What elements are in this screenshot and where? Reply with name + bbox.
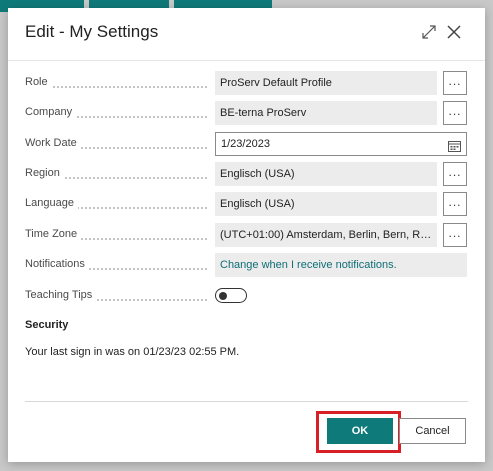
notifications-link[interactable]: Change when I receive notifications.	[215, 253, 467, 277]
time-zone-lookup-button[interactable]: ...	[443, 223, 467, 247]
calendar-icon[interactable]	[448, 138, 461, 155]
cancel-button[interactable]: Cancel	[399, 418, 466, 444]
settings-dialog: Edit - My Settings Role ProServ Default …	[8, 8, 485, 462]
teaching-tips-toggle[interactable]	[215, 288, 247, 303]
time-zone-label: Time Zone	[25, 228, 213, 240]
work-date-input[interactable]: 1/23/2023	[215, 132, 467, 156]
company-label: Company	[25, 106, 213, 118]
notifications-row: Notifications Change when I receive noti…	[25, 253, 467, 277]
region-field[interactable]: Englisch (USA)	[215, 162, 437, 186]
close-icon[interactable]	[446, 24, 462, 40]
expand-icon[interactable]	[421, 24, 437, 40]
region-label: Region	[25, 167, 213, 179]
role-label: Role	[25, 76, 213, 88]
role-row: Role ProServ Default Profile ...	[25, 71, 467, 95]
work-date-row: Work Date 1/23/2023	[25, 132, 467, 156]
language-lookup-button[interactable]: ...	[443, 192, 467, 216]
company-row: Company BE-terna ProServ ...	[25, 101, 467, 125]
time-zone-field[interactable]: (UTC+01:00) Amsterdam, Berlin, Bern, Ro.…	[215, 223, 437, 247]
region-row: Region Englisch (USA) ...	[25, 162, 467, 186]
work-date-value: 1/23/2023	[221, 138, 270, 150]
region-lookup-button[interactable]: ...	[443, 162, 467, 186]
last-sign-in-text: Your last sign in was on 01/23/23 02:55 …	[25, 346, 240, 358]
language-field[interactable]: Englisch (USA)	[215, 192, 437, 216]
ok-button[interactable]: OK	[327, 418, 393, 444]
toggle-knob	[219, 291, 227, 300]
role-field[interactable]: ProServ Default Profile	[215, 71, 437, 95]
role-lookup-button[interactable]: ...	[443, 71, 467, 95]
dialog-title: Edit - My Settings	[25, 22, 159, 41]
language-label: Language	[25, 197, 213, 209]
teaching-tips-row: Teaching Tips	[25, 284, 467, 308]
security-heading: Security	[25, 319, 69, 331]
teaching-tips-label: Teaching Tips	[25, 289, 213, 301]
time-zone-row: Time Zone (UTC+01:00) Amsterdam, Berlin,…	[25, 223, 467, 247]
company-lookup-button[interactable]: ...	[443, 101, 467, 125]
footer-divider	[25, 401, 468, 402]
notifications-label: Notifications	[25, 258, 213, 270]
work-date-label: Work Date	[25, 137, 213, 149]
language-row: Language Englisch (USA) ...	[25, 192, 467, 216]
header-divider	[8, 60, 485, 61]
company-field[interactable]: BE-terna ProServ	[215, 101, 437, 125]
